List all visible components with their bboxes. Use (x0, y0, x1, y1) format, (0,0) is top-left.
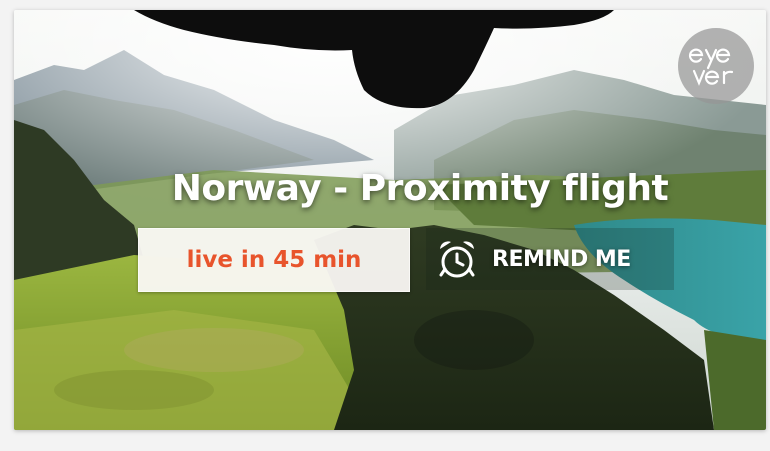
remind-me-label: REMIND ME (492, 246, 631, 272)
page-frame: Norway - Proximity flight live in 45 min… (0, 0, 770, 451)
video-title: Norway - Proximity flight (171, 168, 669, 209)
eyever-logo (678, 28, 754, 104)
video-thumbnail (14, 10, 766, 430)
video-card[interactable]: Norway - Proximity flight live in 45 min… (14, 10, 766, 430)
remind-me-button[interactable]: REMIND ME (426, 228, 674, 290)
alarm-clock-icon (434, 236, 480, 282)
live-status-text: live in 45 min (186, 247, 362, 273)
live-status-badge: live in 45 min (138, 228, 410, 292)
